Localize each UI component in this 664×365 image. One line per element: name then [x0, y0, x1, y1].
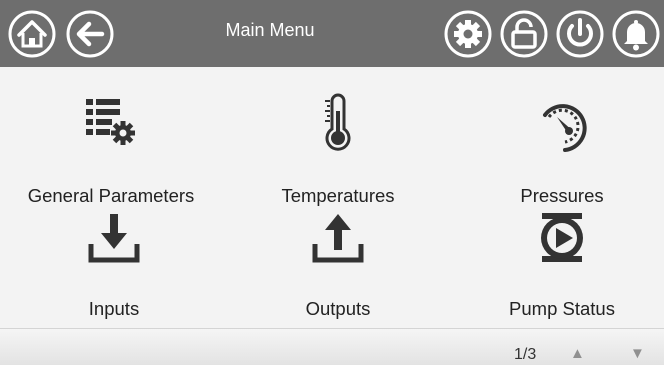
footer-bar — [0, 329, 664, 365]
menu-item-label: Inputs — [88, 298, 140, 319]
menu-item-inputs[interactable]: Inputs — [14, 200, 214, 319]
settings-gear-icon — [444, 10, 492, 58]
menu-item-pressures[interactable]: Pressures — [462, 87, 662, 206]
home-button[interactable] — [8, 10, 56, 58]
settings-button[interactable] — [444, 10, 492, 58]
menu-item-pump-status[interactable]: Pump Status — [462, 200, 662, 319]
menu-item-general-parameters[interactable]: General Parameters — [14, 87, 214, 206]
menu-item-temperatures[interactable]: Temperatures — [238, 87, 438, 206]
menu-item-outputs[interactable]: Outputs — [238, 200, 438, 319]
power-button[interactable] — [556, 10, 604, 58]
thermometer-icon — [325, 93, 351, 151]
download-inputs-icon — [88, 214, 140, 263]
back-arrow-icon — [66, 10, 114, 58]
page-down-icon[interactable]: ▼ — [630, 345, 645, 362]
general-parameters-icon — [86, 99, 135, 145]
back-button[interactable] — [66, 10, 114, 58]
pump-icon — [541, 213, 583, 262]
pressure-gauge-icon — [543, 104, 587, 152]
alarm-button[interactable] — [612, 10, 660, 58]
home-icon — [8, 10, 56, 58]
menu-item-label: Pump Status — [509, 298, 615, 319]
menu-item-label: Outputs — [305, 298, 371, 319]
lock-button[interactable] — [500, 10, 548, 58]
upload-outputs-icon — [312, 214, 364, 263]
page-up-icon[interactable]: ▲ — [570, 345, 585, 362]
unlock-icon — [500, 10, 548, 58]
power-icon — [556, 10, 604, 58]
page-title: Main Menu — [225, 20, 315, 40]
alarm-bell-icon — [612, 10, 660, 58]
page-indicator: 1/3 — [514, 346, 537, 363]
